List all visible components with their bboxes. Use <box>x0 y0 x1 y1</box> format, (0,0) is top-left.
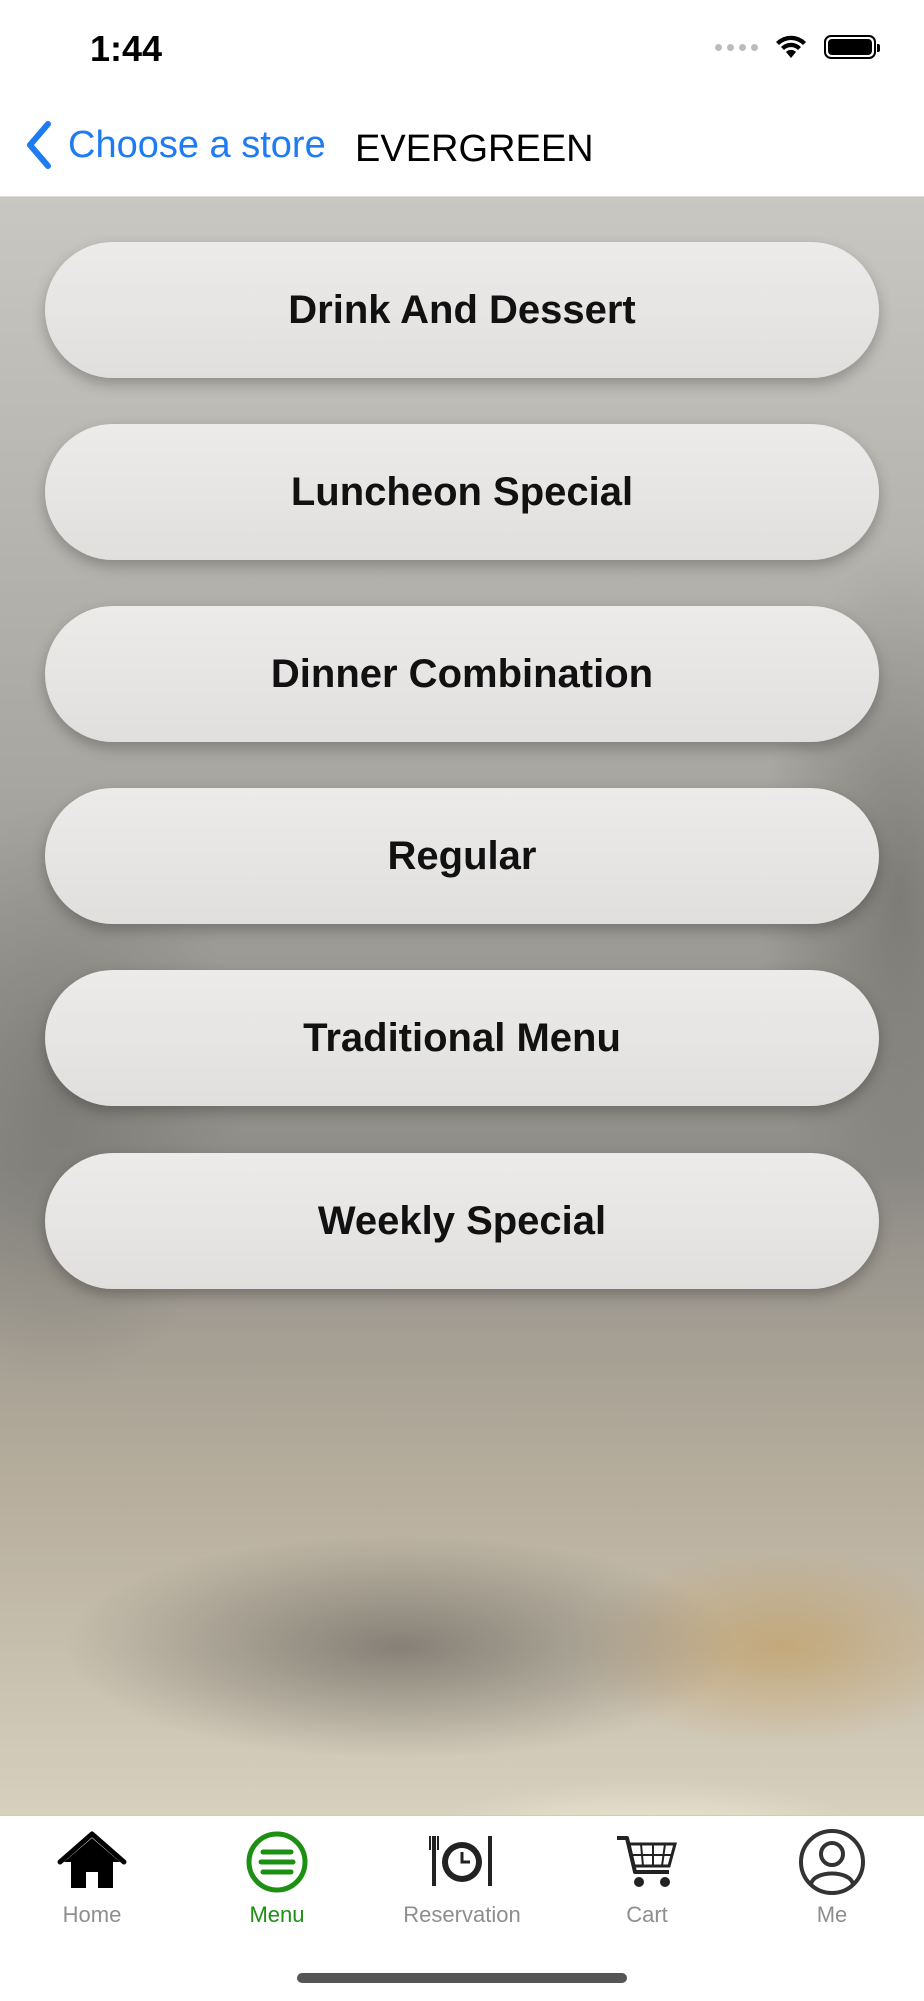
menu-icon <box>246 1831 308 1893</box>
reservation-icon <box>429 1836 492 1886</box>
navigation-bar: Choose a store EVERGREEN <box>0 98 924 197</box>
status-bar: 1:44 <box>0 0 924 98</box>
category-button-luncheon-special[interactable]: Luncheon Special <box>45 424 879 560</box>
profile-icon <box>799 1829 865 1895</box>
tab-label: Home <box>62 1902 122 1927</box>
category-button-label: Weekly Special <box>317 1198 607 1243</box>
back-button[interactable]: Choose a store <box>24 120 326 170</box>
tab-label: Cart <box>626 1902 668 1927</box>
category-button-drink-and-dessert[interactable]: Drink And Dessert <box>45 242 879 378</box>
tab-label: Menu <box>249 1902 305 1927</box>
status-time: 1:44 <box>90 28 163 69</box>
tab-label: Me <box>816 1902 848 1927</box>
category-button-label: Dinner Combination <box>270 651 654 696</box>
category-button-regular[interactable]: Regular <box>45 788 879 924</box>
page-title: EVERGREEN <box>355 128 594 170</box>
category-button-label: Drink And Dessert <box>288 287 636 332</box>
home-indicator[interactable] <box>297 1973 627 1983</box>
tab-me[interactable]: Me <box>740 1828 924 1938</box>
category-button-label: Regular <box>387 833 537 878</box>
category-button-label: Luncheon Special <box>290 469 634 514</box>
home-icon <box>57 1831 127 1888</box>
status-icons <box>715 34 880 60</box>
category-button-dinner-combination[interactable]: Dinner Combination <box>45 606 879 742</box>
battery-icon <box>824 35 880 59</box>
tab-reservation[interactable]: Reservation <box>370 1828 554 1938</box>
tab-home[interactable]: Home <box>0 1828 184 1938</box>
wifi-icon <box>776 35 806 58</box>
category-button-weekly-special[interactable]: Weekly Special <box>45 1153 879 1289</box>
category-button-traditional-menu[interactable]: Traditional Menu <box>45 970 879 1106</box>
signal-icon <box>715 43 758 51</box>
category-button-label: Traditional Menu <box>303 1015 621 1060</box>
tab-label: Reservation <box>403 1902 521 1927</box>
menu-category-list: Drink And Dessert Luncheon Special Dinne… <box>0 197 924 1815</box>
cart-icon <box>617 1836 677 1887</box>
tab-menu[interactable]: Menu <box>185 1828 369 1938</box>
chevron-left-icon <box>27 121 51 169</box>
tab-cart[interactable]: Cart <box>555 1828 739 1938</box>
back-button-label: Choose a store <box>68 123 326 166</box>
